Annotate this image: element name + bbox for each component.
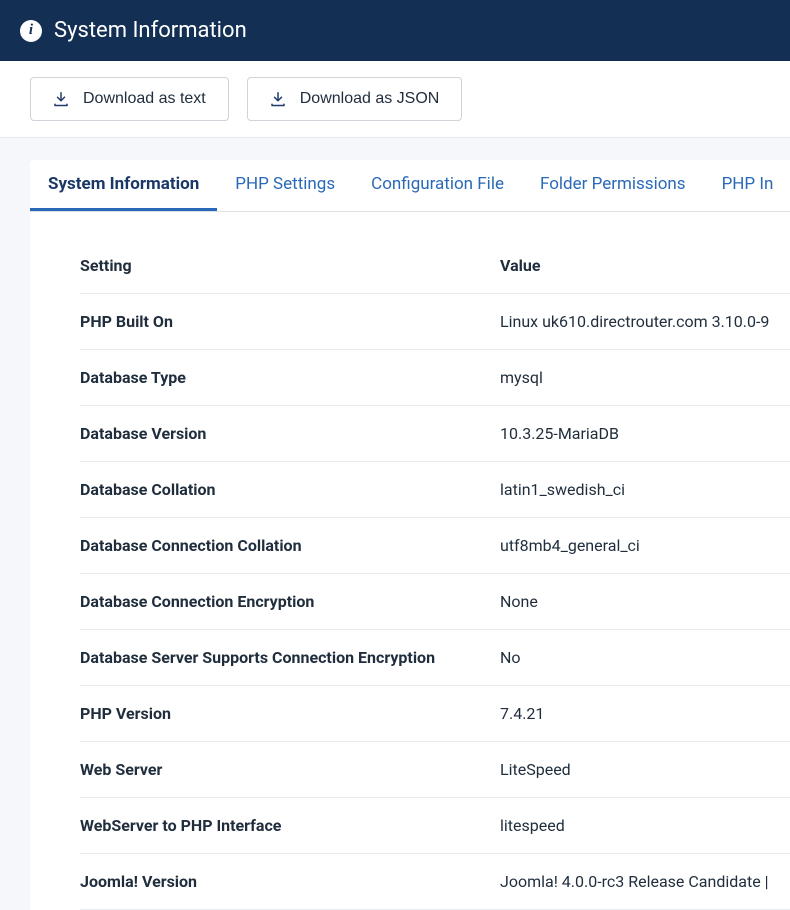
col-header-setting: Setting — [80, 242, 500, 294]
setting-name: Database Server Supports Connection Encr… — [80, 630, 500, 686]
download-json-button[interactable]: Download as JSON — [247, 77, 463, 121]
table-row: PHP Version7.4.21 — [80, 686, 790, 742]
setting-value: utf8mb4_general_ci — [500, 518, 790, 574]
table-row: Joomla! VersionJoomla! 4.0.0-rc3 Release… — [80, 854, 790, 910]
setting-name: PHP Built On — [80, 294, 500, 350]
info-icon: i — [20, 20, 42, 42]
setting-name: Database Collation — [80, 462, 500, 518]
download-text-label: Download as text — [83, 90, 206, 108]
sysinfo-table: Setting Value PHP Built OnLinux uk610.di… — [80, 242, 790, 910]
col-header-value: Value — [500, 242, 790, 294]
download-icon — [270, 91, 286, 107]
table-row: Database Collationlatin1_swedish_ci — [80, 462, 790, 518]
table-row: Web ServerLiteSpeed — [80, 742, 790, 798]
download-icon — [53, 91, 69, 107]
setting-name: WebServer to PHP Interface — [80, 798, 500, 854]
setting-name: Web Server — [80, 742, 500, 798]
table-row: Database Connection EncryptionNone — [80, 574, 790, 630]
table-row: Database Connection Collationutf8mb4_gen… — [80, 518, 790, 574]
setting-name: PHP Version — [80, 686, 500, 742]
table-row: PHP Built OnLinux uk610.directrouter.com… — [80, 294, 790, 350]
setting-name: Database Type — [80, 350, 500, 406]
setting-value: LiteSpeed — [500, 742, 790, 798]
setting-value: 7.4.21 — [500, 686, 790, 742]
table-row: Database Version10.3.25-MariaDB — [80, 406, 790, 462]
tab-php-in[interactable]: PHP In — [704, 160, 790, 211]
setting-value: 10.3.25-MariaDB — [500, 406, 790, 462]
toolbar: Download as text Download as JSON — [0, 61, 790, 138]
setting-name: Database Connection Collation — [80, 518, 500, 574]
tab-panel-system-information: Setting Value PHP Built OnLinux uk610.di… — [30, 212, 790, 910]
tab-system-information[interactable]: System Information — [30, 160, 217, 211]
setting-value: Joomla! 4.0.0-rc3 Release Candidate | — [500, 854, 790, 910]
download-text-button[interactable]: Download as text — [30, 77, 229, 121]
tab-php-settings[interactable]: PHP Settings — [217, 160, 353, 211]
page-header: i System Information — [0, 0, 790, 61]
tab-folder-permissions[interactable]: Folder Permissions — [522, 160, 704, 211]
table-row: Database Server Supports Connection Encr… — [80, 630, 790, 686]
setting-name: Joomla! Version — [80, 854, 500, 910]
setting-value: mysql — [500, 350, 790, 406]
setting-value: None — [500, 574, 790, 630]
setting-value: No — [500, 630, 790, 686]
setting-name: Database Version — [80, 406, 500, 462]
page-title: System Information — [54, 18, 247, 43]
tab-configuration-file[interactable]: Configuration File — [353, 160, 522, 211]
tabs: System InformationPHP SettingsConfigurat… — [30, 160, 790, 212]
table-row: WebServer to PHP Interfacelitespeed — [80, 798, 790, 854]
setting-value: litespeed — [500, 798, 790, 854]
download-json-label: Download as JSON — [300, 90, 440, 108]
content-area: System InformationPHP SettingsConfigurat… — [0, 138, 790, 910]
table-row: Database Typemysql — [80, 350, 790, 406]
sysinfo-tbody: PHP Built OnLinux uk610.directrouter.com… — [80, 294, 790, 910]
setting-name: Database Connection Encryption — [80, 574, 500, 630]
setting-value: latin1_swedish_ci — [500, 462, 790, 518]
setting-value: Linux uk610.directrouter.com 3.10.0-9 — [500, 294, 790, 350]
